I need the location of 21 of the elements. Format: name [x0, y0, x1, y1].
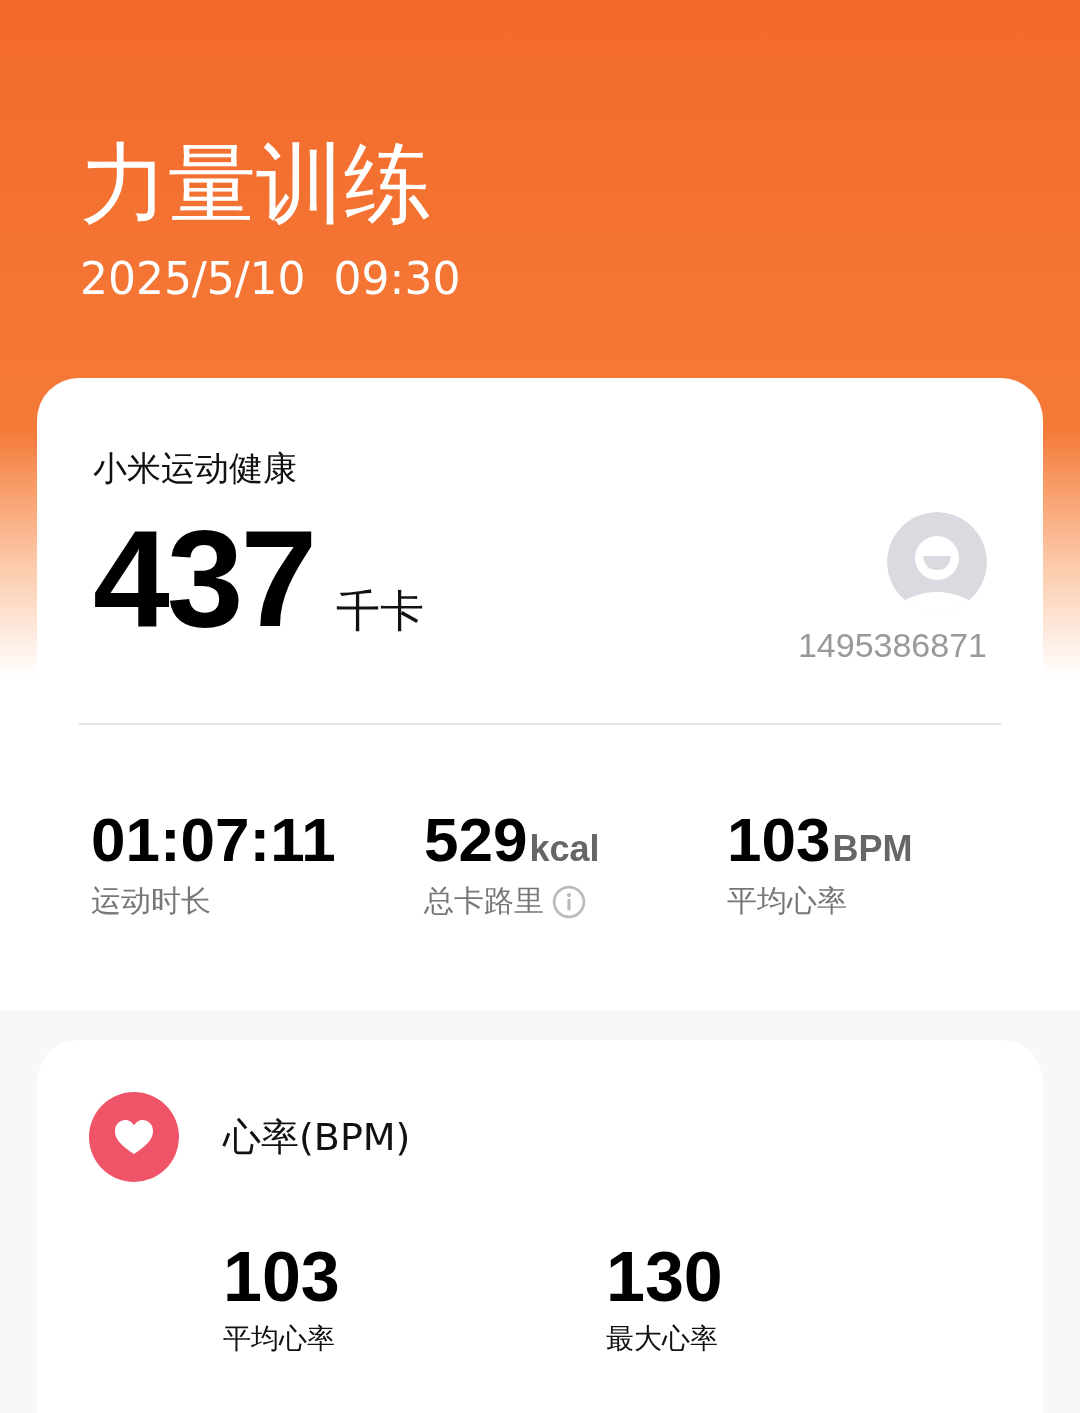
heart-rate-label: 平均心率: [223, 1321, 335, 1357]
workout-title: 力量训练: [80, 131, 433, 237]
info-icon[interactable]: [552, 884, 586, 919]
heart-rate-value: 130: [606, 1238, 723, 1316]
calories-value: 437: [93, 508, 315, 648]
stat-label: 运动时长: [91, 882, 211, 920]
source-label: 小米运动健康: [93, 448, 298, 488]
user-id: 1495386871: [797, 626, 987, 665]
stat-value: 01:07:11: [91, 805, 336, 875]
avatar-icon[interactable]: [887, 512, 987, 612]
stat-label: 总卡路里: [424, 882, 544, 920]
calories-unit: 千卡: [336, 584, 425, 638]
stat-unit: kcal: [529, 828, 600, 870]
heart-rate-label: 最大心率: [606, 1321, 718, 1357]
heart-rate-title: 心率(BPM): [223, 1113, 411, 1161]
stat-value: 529: [424, 805, 528, 875]
stat-unit: BPM: [832, 828, 913, 870]
workout-datetime: 2025/5/10 09:30: [80, 252, 462, 306]
stat-value: 103: [727, 805, 831, 875]
heart-rate-value: 103: [223, 1238, 340, 1316]
stat-label: 平均心率: [727, 882, 847, 920]
